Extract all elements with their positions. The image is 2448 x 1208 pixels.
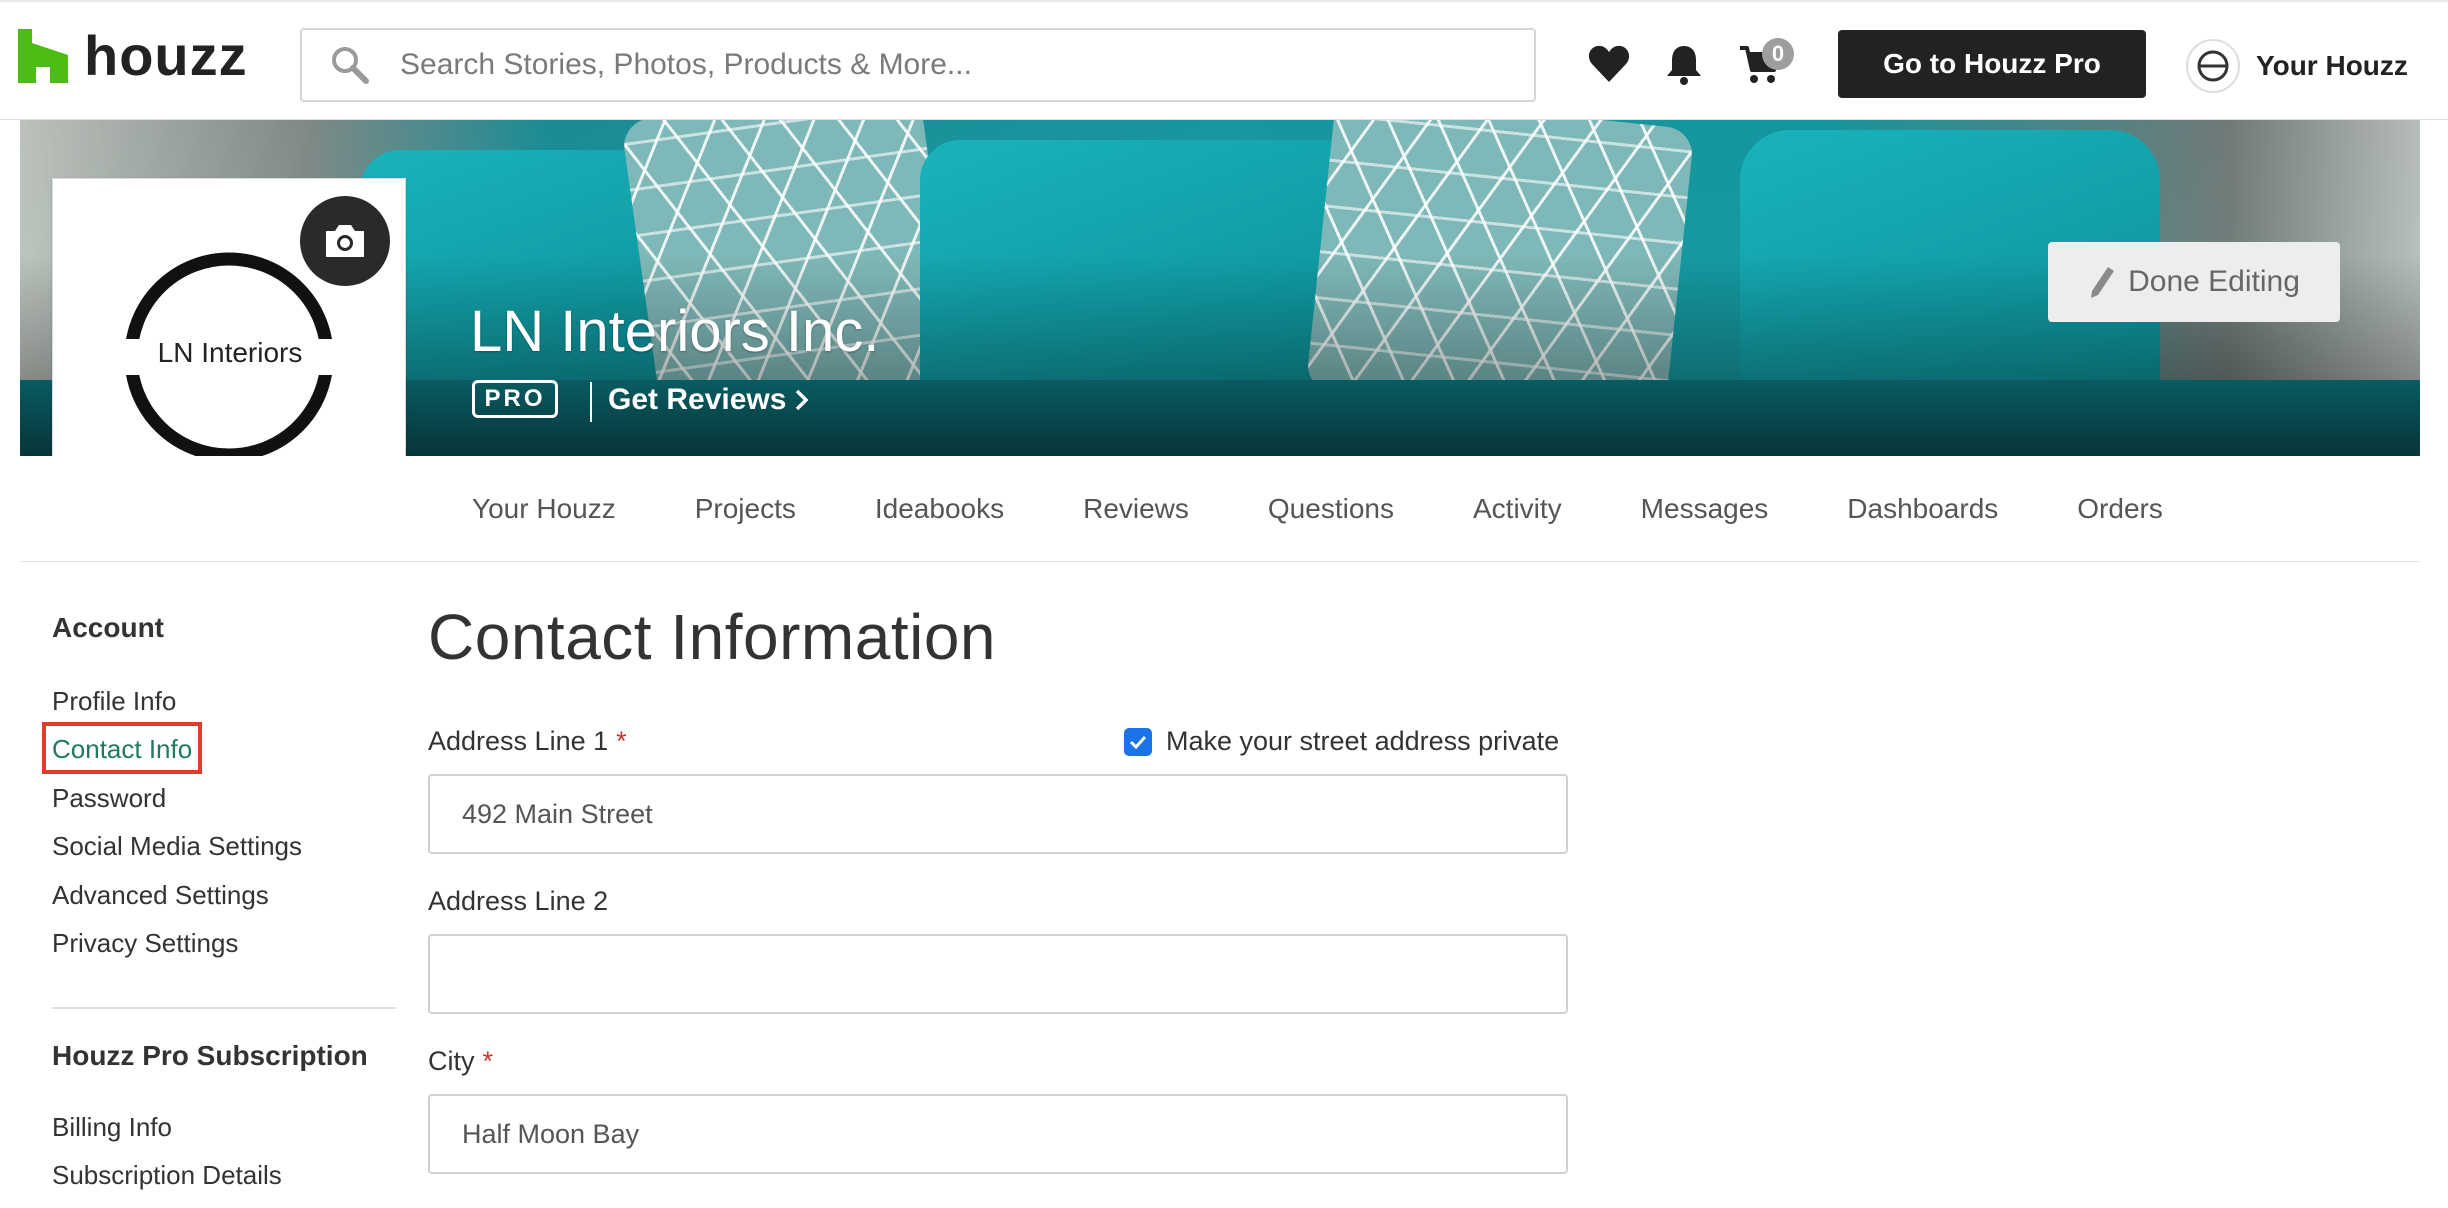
address-line-2-input[interactable] — [428, 934, 1568, 1014]
sidebar-item-subscription-details[interactable]: Subscription Details — [52, 1160, 282, 1191]
address-line-1-label: Address Line 1 * — [428, 726, 627, 757]
sidebar-subscription-heading: Houzz Pro Subscription — [52, 1040, 368, 1071]
required-mark: * — [616, 726, 627, 756]
tab-reviews[interactable]: Reviews — [1083, 493, 1189, 525]
chevron-right-icon — [796, 389, 809, 411]
sidebar-item-social-media-settings[interactable]: Social Media Settings — [52, 831, 302, 862]
houzz-logo-icon — [18, 29, 68, 83]
badge-divider — [590, 382, 592, 422]
pencil-icon — [2091, 267, 2115, 298]
tab-questions[interactable]: Questions — [1268, 493, 1394, 525]
tab-ideabooks[interactable]: Ideabooks — [875, 493, 1004, 525]
houzz-wordmark: houzz — [84, 24, 248, 87]
done-editing-button[interactable]: Done Editing — [2048, 242, 2340, 322]
camera-icon — [326, 225, 364, 257]
sidebar-item-password[interactable]: Password — [52, 783, 166, 814]
tab-dashboards[interactable]: Dashboards — [1847, 493, 1998, 525]
logo-text: LN Interiors — [157, 337, 303, 368]
sidebar-item-billing-info[interactable]: Billing Info — [52, 1112, 172, 1143]
sidebar-item-contact-info[interactable]: Contact Info — [52, 734, 192, 765]
tab-messages[interactable]: Messages — [1641, 493, 1769, 525]
city-label: City * — [428, 1046, 493, 1077]
required-mark: * — [482, 1046, 494, 1076]
private-address-label: Make your street address private — [1166, 726, 1560, 756]
tab-orders[interactable]: Orders — [2077, 493, 2163, 525]
bell-icon[interactable] — [1662, 42, 1706, 86]
address-line-1-label-text: Address Line 1 — [428, 726, 609, 756]
search-input[interactable] — [400, 48, 1500, 82]
pro-badge: PRO — [472, 380, 558, 418]
profile-tabs-bar: Your Houzz Projects Ideabooks Reviews Qu… — [20, 456, 2420, 562]
top-header: houzz 0 Go to Houzz Pro Your Houzz — [0, 0, 2448, 120]
get-reviews-link[interactable]: Get Reviews — [608, 380, 810, 420]
business-name: LN Interiors Inc. — [470, 299, 880, 364]
your-houzz-label: Your Houzz — [2256, 50, 2408, 81]
private-address-option[interactable]: Make your street address private — [1124, 726, 1559, 757]
tab-your-houzz[interactable]: Your Houzz — [472, 493, 616, 525]
your-houzz-menu[interactable]: Your Houzz — [2186, 38, 2408, 94]
done-editing-label: Done Editing — [2128, 265, 2300, 298]
sidebar-item-profile-info[interactable]: Profile Info — [52, 686, 176, 717]
private-address-checkbox[interactable] — [1124, 727, 1152, 756]
page-title: Contact Information — [428, 601, 996, 673]
change-photo-button[interactable] — [300, 196, 390, 286]
search-icon — [332, 47, 369, 84]
city-label-text: City — [428, 1046, 475, 1076]
address-line-1-input[interactable] — [428, 774, 1568, 854]
avatar — [2186, 39, 2240, 93]
tab-activity[interactable]: Activity — [1473, 493, 1562, 525]
go-to-houzz-pro-button[interactable]: Go to Houzz Pro — [1838, 30, 2146, 98]
heart-icon[interactable] — [1587, 42, 1631, 86]
houzz-logo[interactable]: houzz — [18, 28, 248, 84]
profile-tabs: Your Houzz Projects Ideabooks Reviews Qu… — [472, 456, 2242, 562]
search-bar[interactable] — [300, 28, 1536, 102]
tab-projects[interactable]: Projects — [695, 493, 796, 525]
address-line-2-label: Address Line 2 — [428, 886, 609, 916]
get-reviews-label: Get Reviews — [608, 383, 787, 416]
cart-count-badge: 0 — [1762, 38, 1794, 70]
sidebar-account-heading: Account — [52, 612, 164, 643]
sidebar-divider — [52, 1007, 396, 1009]
city-input[interactable] — [428, 1094, 1568, 1174]
user-avatar-icon — [2197, 50, 2229, 82]
sidebar-item-advanced-settings[interactable]: Advanced Settings — [52, 880, 269, 911]
sidebar-item-privacy-settings[interactable]: Privacy Settings — [52, 928, 238, 959]
checkmark-icon — [1129, 735, 1147, 749]
